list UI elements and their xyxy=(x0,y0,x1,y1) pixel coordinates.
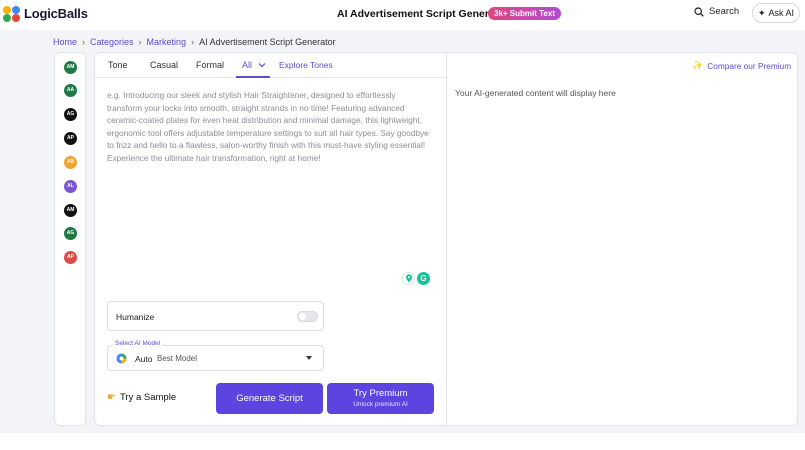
humanize-toggle[interactable] xyxy=(297,311,318,322)
toggle-knob xyxy=(299,313,306,320)
generator-panel: Tone Casual Formal All Explore Tones e.g… xyxy=(94,52,798,426)
search-label: Search xyxy=(709,6,740,17)
chevron-down-icon xyxy=(258,63,265,68)
premium-title: Try Premium xyxy=(353,388,408,399)
grammarly-widget[interactable]: G xyxy=(402,272,430,285)
model-subtitle: Best Model xyxy=(157,354,198,363)
model-select-label: Select AI Model xyxy=(113,340,163,347)
humanize-label: Humanize xyxy=(116,312,155,322)
breadcrumb-categories[interactable]: Categories xyxy=(90,37,134,47)
tool-rail: AM AA AG AP AB AL AM AG AP xyxy=(54,52,86,426)
search-icon xyxy=(694,6,704,17)
breadcrumb-home[interactable]: Home xyxy=(53,37,77,47)
try-premium-button[interactable]: Try Premium Unlock premium AI xyxy=(327,383,434,414)
logicballs-logo-icon xyxy=(3,4,21,22)
compare-premium-link[interactable]: ✨ Compare our Premium xyxy=(692,60,791,71)
compare-premium-label: Compare our Premium xyxy=(707,60,792,71)
rail-avatar[interactable]: AG xyxy=(64,108,77,121)
rail-avatar[interactable]: AL xyxy=(64,180,77,193)
tab-all[interactable]: All xyxy=(242,60,266,70)
active-tab-indicator xyxy=(236,76,270,78)
premium-subtitle: Unlock premium AI xyxy=(353,401,408,408)
location-pin-icon[interactable] xyxy=(402,272,415,285)
ask-ai-label: Ask AI xyxy=(768,8,795,18)
tone-tabs: Tone Casual Formal All Explore Tones xyxy=(95,53,447,78)
rail-avatar[interactable]: AM xyxy=(64,204,77,217)
model-name: Auto xyxy=(135,354,153,364)
logo[interactable]: LogicBalls xyxy=(3,4,88,22)
product-description-input[interactable]: e.g. Introducing our sleek and stylish H… xyxy=(107,89,432,165)
output-placeholder: Your AI-generated content will display h… xyxy=(455,88,616,98)
top-header: LogicBalls AI Advertisement Script Gener… xyxy=(0,0,805,30)
rail-avatar[interactable]: AP xyxy=(64,251,77,264)
grammarly-icon[interactable]: G xyxy=(417,272,430,285)
hand-point-icon: ☛ xyxy=(107,392,116,403)
generate-script-button[interactable]: Generate Script xyxy=(216,383,323,414)
submit-count-badge[interactable]: 3k+ Submit Text xyxy=(488,7,561,20)
rail-avatar[interactable]: AB xyxy=(64,156,77,169)
page-title: AI Advertisement Script Generator xyxy=(337,8,509,20)
sparkle-icon: ✦ xyxy=(757,7,766,18)
explore-tones-link[interactable]: Explore Tones xyxy=(279,60,333,70)
caret-down-icon xyxy=(306,356,312,360)
ai-model-select[interactable]: Select AI Model Auto Best Model xyxy=(107,340,324,371)
tab-all-label: All xyxy=(242,60,253,70)
rail-avatar[interactable]: AP xyxy=(64,132,77,145)
breadcrumb: Home › Categories › Marketing › AI Adver… xyxy=(53,37,336,47)
rail-avatar[interactable]: AA xyxy=(64,84,77,97)
tab-tone[interactable]: Tone xyxy=(108,60,128,70)
breadcrumb-current: AI Advertisement Script Generator xyxy=(199,37,336,47)
chevron-right-icon: › xyxy=(82,37,86,47)
tab-casual[interactable]: Casual xyxy=(150,60,178,70)
auto-model-icon xyxy=(116,353,127,364)
tab-formal[interactable]: Formal xyxy=(196,60,224,70)
ask-ai-button[interactable]: ✦ Ask AI xyxy=(752,3,800,23)
input-pane: Tone Casual Formal All Explore Tones e.g… xyxy=(95,53,447,425)
sparkle-icon: ✨ xyxy=(692,60,704,70)
try-sample-label: Try a Sample xyxy=(119,392,177,403)
logo-text: LogicBalls xyxy=(24,5,88,21)
breadcrumb-marketing[interactable]: Marketing xyxy=(147,37,187,47)
search-button[interactable]: Search xyxy=(694,6,739,17)
try-sample-button[interactable]: ☛ Try a Sample xyxy=(107,392,176,403)
chevron-right-icon: › xyxy=(191,37,195,47)
chevron-right-icon: › xyxy=(138,37,142,47)
rail-avatar[interactable]: AG xyxy=(64,227,77,240)
rail-avatar[interactable]: AM xyxy=(64,61,77,74)
humanize-option[interactable]: Humanize xyxy=(107,301,324,331)
